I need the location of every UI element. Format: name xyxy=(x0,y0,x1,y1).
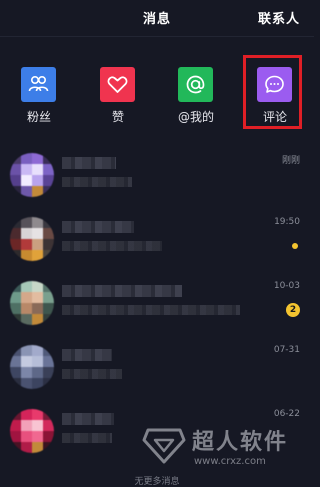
message-time: 07-31 xyxy=(273,345,300,355)
message-time: 10-03 xyxy=(273,281,300,291)
avatar xyxy=(10,217,54,261)
message-preview-redacted xyxy=(62,177,132,187)
unread-count-badge: 2 xyxy=(286,303,300,317)
header-divider xyxy=(0,36,314,37)
diamond-logo-icon xyxy=(142,428,186,464)
avatar xyxy=(10,409,54,453)
message-row[interactable]: 19:50 xyxy=(0,209,314,273)
avatar xyxy=(10,345,54,389)
sender-name-redacted xyxy=(62,221,134,233)
sender-name-redacted xyxy=(62,413,114,425)
message-row[interactable]: 刚刚 xyxy=(0,145,314,209)
unread-dot xyxy=(292,243,298,249)
highlight-frame xyxy=(243,55,302,129)
message-preview-redacted xyxy=(62,369,122,379)
category-mentions-button[interactable]: @我的 xyxy=(166,60,226,128)
message-preview-redacted xyxy=(62,433,112,443)
at-icon xyxy=(178,67,213,102)
message-time: 刚刚 xyxy=(281,156,300,166)
sender-name-redacted xyxy=(62,285,182,297)
message-time: 06-22 xyxy=(273,409,300,419)
watermark-name: 超人软件 xyxy=(192,430,289,455)
avatar xyxy=(10,153,54,197)
contacts-link[interactable]: 联系人 xyxy=(258,8,300,27)
category-fans-button[interactable]: 粉丝 xyxy=(9,60,69,128)
message-time: 19:50 xyxy=(274,217,300,227)
watermark-url: www.crxz.com xyxy=(194,456,266,467)
no-more-messages-text: 无更多消息 xyxy=(134,477,180,487)
category-likes-button[interactable]: 赞 xyxy=(88,60,148,128)
watermark: 超人软件 www.crxz.com xyxy=(142,424,308,474)
category-label: 粉丝 xyxy=(26,110,51,124)
category-label: @我的 xyxy=(177,110,214,124)
sender-name-redacted xyxy=(62,349,112,361)
sender-name-redacted xyxy=(62,157,116,169)
avatar xyxy=(10,281,54,325)
top-bar: 消息 联系人 xyxy=(0,0,314,36)
heart-icon xyxy=(100,67,135,102)
category-label: 赞 xyxy=(111,110,124,124)
message-row[interactable]: 10-03 2 xyxy=(0,273,314,337)
message-preview-redacted xyxy=(62,241,162,251)
message-row[interactable]: 07-31 xyxy=(0,337,314,401)
message-preview-redacted xyxy=(62,305,240,315)
fans-icon xyxy=(21,67,56,102)
